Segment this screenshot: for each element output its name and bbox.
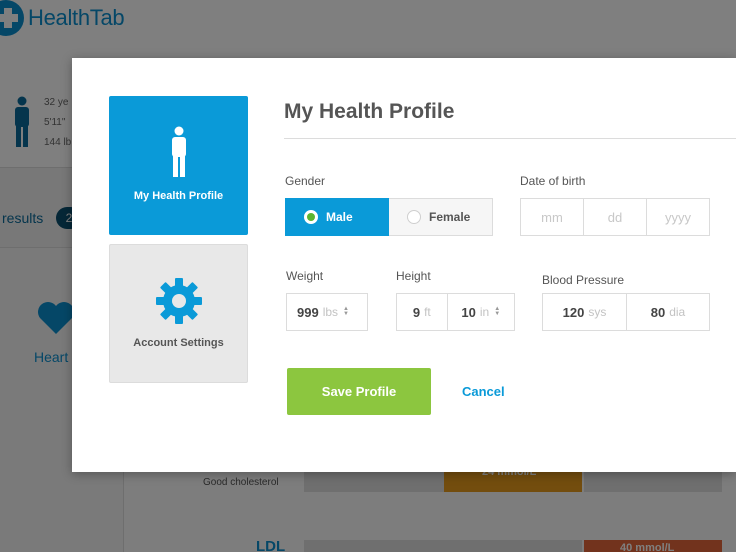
dob-label: Date of birth xyxy=(520,174,586,188)
blood-pressure-field: 120 sys 80 dia xyxy=(542,293,710,331)
cancel-button[interactable]: Cancel xyxy=(462,384,505,399)
height-inches-stepper[interactable]: 10 in ▲ ▼ xyxy=(446,294,514,330)
height-inches-value: 10 xyxy=(461,304,476,320)
blood-pressure-label: Blood Pressure xyxy=(542,273,625,287)
tab-account-settings[interactable]: Account Settings xyxy=(109,244,248,383)
weight-label: Weight xyxy=(286,269,324,283)
radio-selected-icon xyxy=(304,210,318,224)
height-feet-value: 9 xyxy=(412,304,421,320)
systolic-input[interactable]: 120 sys xyxy=(543,294,626,330)
weight-value: 999 xyxy=(297,304,319,320)
gender-option-label: Female xyxy=(429,210,471,224)
person-icon xyxy=(171,126,186,177)
tab-my-health-profile[interactable]: My Health Profile xyxy=(109,96,248,235)
gear-icon xyxy=(155,278,202,324)
diastolic-value: 80 xyxy=(650,304,666,320)
height-field: 9 ft 10 in ▲ ▼ xyxy=(396,293,515,331)
gender-label: Gender xyxy=(285,174,326,188)
save-profile-button[interactable]: Save Profile xyxy=(287,368,431,415)
spinner-icon[interactable]: ▲ ▼ xyxy=(343,306,349,317)
diastolic-input[interactable]: 80 dia xyxy=(626,294,709,330)
height-inches-unit: in xyxy=(479,305,490,319)
dob-year-input[interactable]: yyyy xyxy=(646,199,709,235)
systolic-unit: sys xyxy=(588,305,607,319)
gender-option-label: Male xyxy=(326,210,353,224)
tab-label: My Health Profile xyxy=(133,190,224,202)
radio-empty-icon xyxy=(407,210,421,224)
height-feet-unit: ft xyxy=(424,305,431,319)
tab-label: Account Settings xyxy=(133,337,224,349)
page-title: My Health Profile xyxy=(284,100,455,123)
dob-day-input[interactable]: dd xyxy=(583,199,646,235)
gender-option-female[interactable]: Female xyxy=(389,198,493,236)
diastolic-unit: dia xyxy=(669,305,686,319)
dob-month-input[interactable]: mm xyxy=(521,199,583,235)
dob-field: mm dd yyyy xyxy=(520,198,710,236)
height-label: Height xyxy=(396,269,431,283)
spinner-icon[interactable]: ▲ ▼ xyxy=(494,306,500,317)
health-profile-modal: My Health Profile Account Settings My He… xyxy=(72,58,736,472)
weight-stepper[interactable]: 999 lbs ▲ ▼ xyxy=(286,293,368,331)
divider xyxy=(284,138,736,139)
systolic-value: 120 xyxy=(562,304,585,320)
height-feet-input[interactable]: 9 ft xyxy=(397,294,447,330)
gender-option-male[interactable]: Male xyxy=(285,198,389,236)
weight-unit: lbs xyxy=(322,305,339,319)
